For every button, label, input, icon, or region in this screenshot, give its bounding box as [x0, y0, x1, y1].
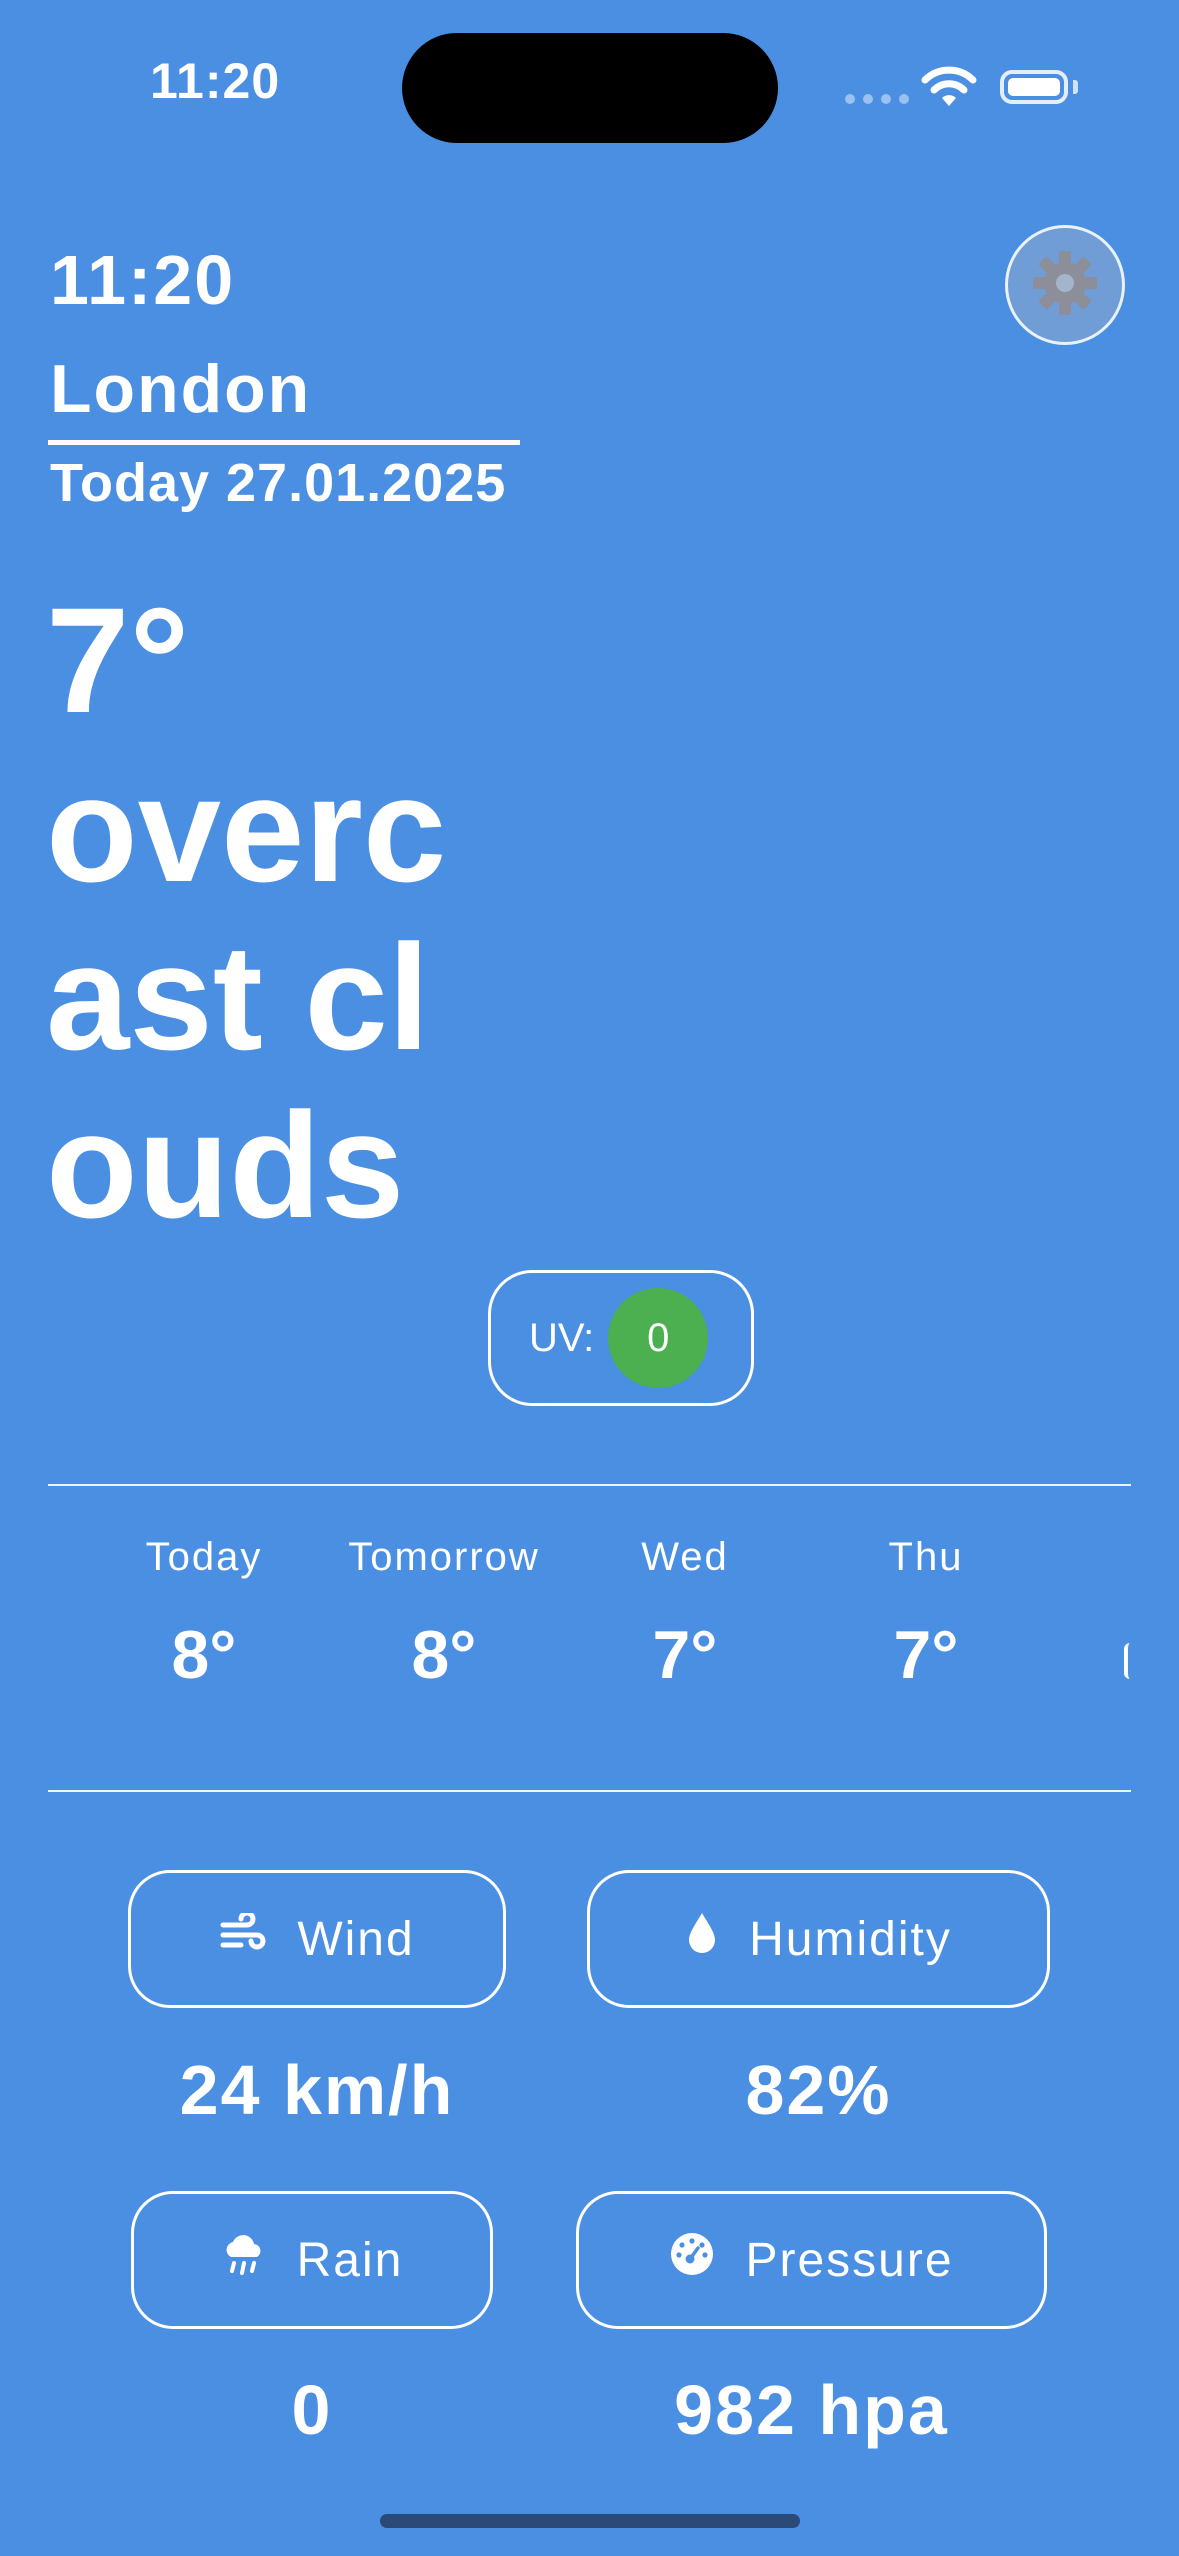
forecast-temp: 7° [652, 1617, 718, 1693]
humidity-value: 82% [745, 2051, 892, 2129]
current-time: 11:20 [50, 241, 236, 319]
rain-cloud-icon [221, 2231, 267, 2289]
forecast-day: Thu [888, 1535, 964, 1579]
pressure-value: 982 hpa [674, 2371, 949, 2449]
divider-top [48, 1484, 1131, 1486]
rain-pill[interactable]: Rain [131, 2191, 493, 2329]
humidity-pill[interactable]: Humidity [587, 1870, 1050, 2008]
uv-index-pill: UV: 0 [488, 1270, 754, 1406]
forecast-day: Wed [641, 1535, 729, 1579]
forecast-temp: 8° [411, 1617, 477, 1693]
forecast-overflow-edge [1124, 1643, 1135, 1679]
rain-label: Rain [296, 2233, 404, 2287]
home-indicator[interactable] [380, 2514, 800, 2528]
uv-value-badge: 0 [608, 1288, 709, 1388]
current-temperature: 7° [46, 576, 190, 744]
humidity-label: Humidity [749, 1912, 952, 1966]
uv-label: UV: [529, 1315, 595, 1360]
weather-description: overcast clouds [46, 745, 447, 1249]
forecast-item[interactable]: Thu 7° [806, 1535, 1046, 1694]
pressure-pill[interactable]: Pressure [576, 2191, 1047, 2329]
forecast-temp: 7° [893, 1617, 959, 1693]
forecast-item[interactable]: Tomorrow 8° [324, 1535, 564, 1694]
divider-bottom [48, 1790, 1131, 1792]
droplet-icon [685, 1911, 719, 1967]
status-bar-time: 11:20 [150, 53, 281, 109]
wind-icon [219, 1910, 267, 1967]
dynamic-island [402, 33, 778, 143]
current-date: Today 27.01.2025 [50, 453, 507, 513]
gauge-icon [669, 2231, 715, 2289]
rain-value: 0 [291, 2371, 333, 2449]
forecast-temp: 8° [171, 1617, 237, 1693]
city-underline [48, 440, 520, 445]
forecast-item[interactable]: Today 8° [84, 1535, 324, 1694]
wifi-icon [920, 66, 978, 115]
city-name-link[interactable]: London [50, 350, 311, 428]
battery-icon [1000, 70, 1068, 104]
cellular-signal-icon [845, 94, 909, 104]
pressure-label: Pressure [745, 2233, 954, 2287]
wind-value: 24 km/h [179, 2051, 455, 2129]
settings-button[interactable] [1005, 225, 1125, 345]
battery-tip [1073, 80, 1078, 94]
forecast-day: Tomorrow [348, 1535, 540, 1579]
wind-pill[interactable]: Wind [128, 1870, 506, 2008]
wind-label: Wind [297, 1912, 415, 1966]
forecast-day: Today [145, 1535, 263, 1579]
forecast-item[interactable]: Wed 7° [565, 1535, 805, 1694]
gear-icon [1029, 247, 1101, 324]
